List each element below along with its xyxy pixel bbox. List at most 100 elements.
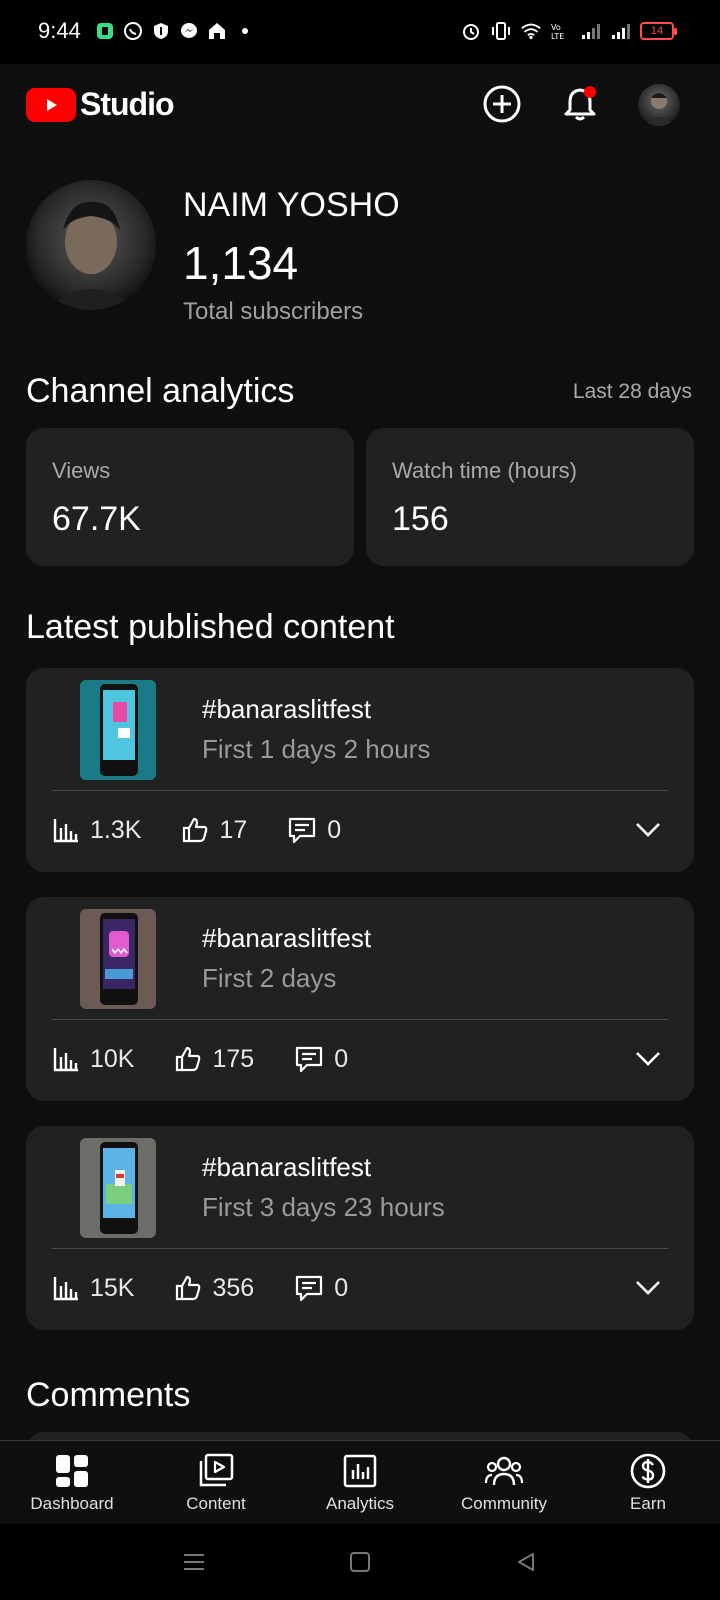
video-title: #banaraslitfest	[202, 694, 372, 724]
channel-name: NAIM YOSHO	[183, 186, 400, 224]
views-count: 1.3K	[90, 815, 142, 844]
expand-button[interactable]	[632, 814, 664, 846]
analytics-icon	[340, 1451, 380, 1491]
back-icon	[518, 1553, 534, 1571]
nav-content[interactable]: Content	[144, 1441, 288, 1524]
home-app-icon	[206, 20, 228, 42]
watch-time-label: Watch time (hours)	[392, 458, 578, 483]
messenger-icon	[178, 20, 200, 42]
battery-level: 14	[650, 25, 664, 37]
comment-icon	[289, 817, 316, 844]
video-card[interactable]: #banaraslitfest First 2 days 10K 175 0	[26, 897, 694, 1101]
signal-icon	[610, 20, 632, 42]
alarm-icon	[460, 20, 482, 42]
nav-earn[interactable]: Earn	[576, 1441, 720, 1524]
comments-count: 0	[334, 1044, 349, 1073]
nav-dashboard[interactable]: Dashboard	[0, 1441, 144, 1524]
nav-label: Dashboard	[30, 1494, 114, 1513]
comments-stat: 0	[287, 816, 341, 845]
expand-button[interactable]	[632, 1043, 664, 1075]
sim-icon	[94, 20, 116, 42]
chevron-down-icon	[636, 823, 660, 837]
analytics-period: Last 28 days	[572, 380, 692, 403]
thumbs-up-icon	[176, 1275, 201, 1301]
thumbs-up-icon	[176, 1046, 201, 1072]
expand-button[interactable]	[632, 1272, 664, 1304]
video-thumbnail[interactable]	[80, 680, 156, 780]
comment-icon	[296, 1046, 323, 1073]
earn-icon	[628, 1451, 668, 1491]
chevron-down-icon	[636, 1281, 660, 1295]
nav-label: Content	[186, 1494, 246, 1513]
create-button[interactable]	[480, 82, 524, 126]
studio-logo[interactable]: Studio	[26, 86, 175, 123]
likes-stat: 17	[181, 816, 247, 845]
video-card[interactable]: #banaraslitfest First 1 days 2 hours 1.3…	[26, 668, 694, 872]
video-period: First 1 days 2 hours	[202, 734, 431, 764]
status-time: 9:44	[38, 18, 81, 43]
system-nav-bar	[0, 1524, 720, 1600]
watch-time-card[interactable]: Watch time (hours) 156	[366, 428, 694, 566]
nav-label: Community	[461, 1494, 547, 1513]
video-thumbnail[interactable]	[80, 1138, 156, 1238]
svg-text:LTE: LTE	[551, 32, 564, 41]
video-card[interactable]: #banaraslitfest First 3 days 23 hours 15…	[26, 1126, 694, 1330]
notifications-icon	[564, 86, 596, 121]
comments-count: 0	[327, 815, 342, 844]
latest-content-title: Latest published content	[26, 608, 395, 646]
youtube-logo-icon	[26, 87, 76, 122]
create-icon	[483, 85, 521, 123]
views-card[interactable]: Views 67.7K	[26, 428, 354, 566]
chevron-down-icon	[636, 1052, 660, 1066]
notifications-button[interactable]	[558, 82, 602, 126]
video-title: #banaraslitfest	[202, 1152, 372, 1182]
video-period: First 3 days 23 hours	[202, 1192, 445, 1222]
dashboard-icon	[52, 1451, 92, 1491]
likes-count: 17	[219, 815, 248, 844]
analytics-icon	[53, 1277, 78, 1301]
avatar[interactable]	[638, 84, 680, 126]
community-icon	[484, 1451, 524, 1491]
app-header: Studio	[0, 64, 720, 148]
video-stats: 10K 175 0	[52, 1039, 388, 1079]
channel-avatar	[26, 180, 156, 310]
subscriber-count: 1,134	[183, 237, 299, 289]
video-stats: 1.3K 17 0	[52, 810, 381, 850]
nav-label: Earn	[630, 1494, 666, 1513]
likes-count: 356	[212, 1273, 255, 1302]
home-icon	[350, 1552, 370, 1572]
back-button[interactable]	[512, 1548, 540, 1576]
home-button[interactable]	[346, 1548, 374, 1576]
comment-icon	[296, 1275, 323, 1302]
status-bar: 9:44 Vo LTE 14	[0, 0, 720, 64]
analytics-icon	[53, 1048, 78, 1072]
menu-button[interactable]	[180, 1548, 208, 1576]
menu-icon	[184, 1554, 204, 1570]
video-period: First 2 days	[202, 963, 337, 993]
battery-icon: 14	[640, 22, 677, 40]
watch-time-value: 156	[392, 500, 449, 538]
views-count: 15K	[90, 1273, 135, 1302]
divider	[52, 1019, 668, 1020]
thumbs-up-icon	[183, 817, 208, 843]
views-stat: 10K	[52, 1045, 134, 1074]
views-label: Views	[52, 458, 111, 483]
signal-icon	[580, 20, 602, 42]
dot-icon	[234, 20, 256, 42]
divider	[52, 1248, 668, 1249]
notification-icons	[94, 20, 256, 42]
system-indicators: Vo LTE 14	[460, 20, 677, 42]
nav-analytics[interactable]: Analytics	[288, 1441, 432, 1524]
video-thumbnail[interactable]	[80, 909, 156, 1009]
comments-count: 0	[334, 1273, 349, 1302]
subscriber-label: Total subscribers	[183, 298, 364, 325]
analytics-title: Channel analytics	[26, 372, 295, 410]
comments-stat: 0	[294, 1045, 348, 1074]
nav-community[interactable]: Community	[432, 1441, 576, 1524]
views-count: 10K	[90, 1044, 135, 1073]
video-stats: 15K 356 0	[52, 1268, 388, 1308]
app-name: Studio	[80, 86, 175, 122]
video-title: #banaraslitfest	[202, 923, 372, 953]
views-stat: 1.3K	[52, 816, 141, 845]
analytics-icon	[53, 819, 78, 843]
